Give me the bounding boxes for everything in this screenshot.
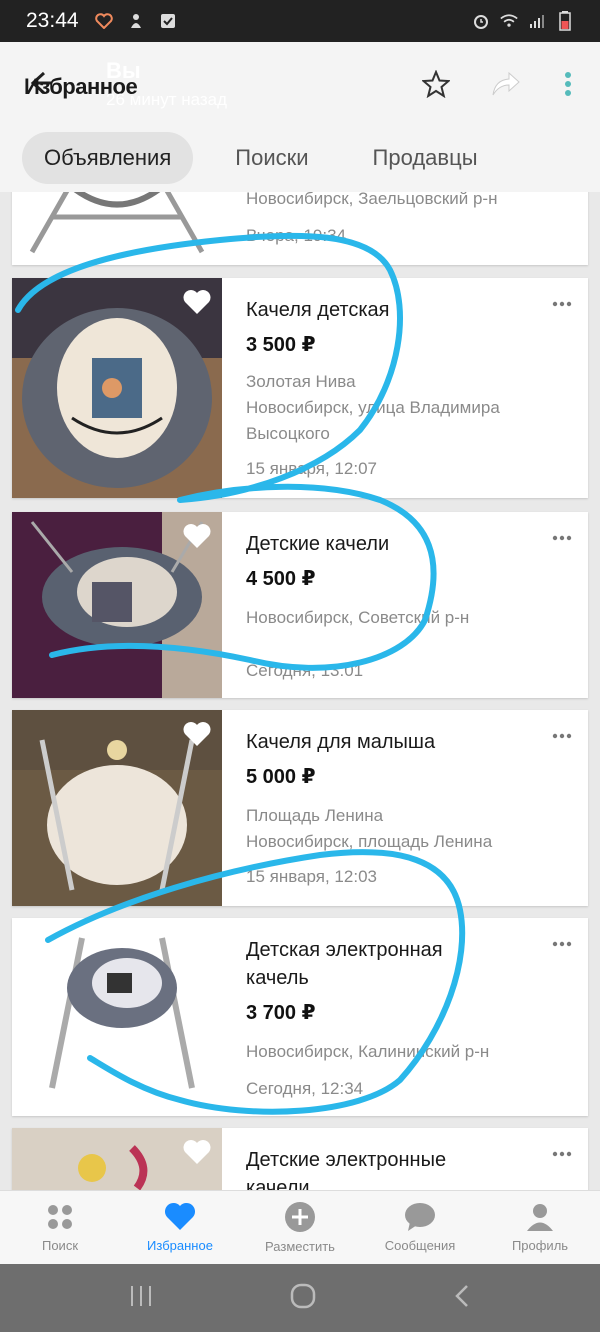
listing-title[interactable]: Детские качели: [246, 530, 588, 558]
listing-card[interactable]: Качеля детская 3 500 ₽ Золотая Нива Ново…: [12, 278, 588, 498]
recent-apps-icon[interactable]: [128, 1284, 154, 1313]
tab-searches[interactable]: Поиски: [213, 132, 330, 184]
tab-listings[interactable]: Объявления: [22, 132, 194, 184]
favorite-heart-icon[interactable]: [182, 1138, 212, 1166]
listing-price: 3 700 ₽: [246, 1002, 316, 1024]
listing-price: 5 000 ₽: [246, 766, 316, 788]
listing-photo[interactable]: [12, 710, 222, 906]
favorite-heart-icon[interactable]: [182, 720, 212, 748]
nav-messages-label: Сообщения: [384, 1238, 456, 1253]
nav-search-label: Поиск: [41, 1238, 79, 1253]
listing-card[interactable]: Детские электронные качели: [12, 1128, 588, 1190]
share-icon[interactable]: [490, 68, 522, 100]
favorite-heart-icon[interactable]: [182, 522, 212, 550]
status-bar: 23:44: [0, 0, 600, 42]
more-dots-icon[interactable]: [552, 726, 572, 739]
listing-photo[interactable]: [12, 278, 222, 498]
bottom-navigation: Поиск Избранное Разместить Сообщения Про…: [0, 1190, 600, 1264]
listing-date: Вчера, 19:34: [246, 226, 346, 245]
listing-card[interactable]: Детские качели 4 500 ₽ Новосибирск, Сове…: [12, 512, 588, 698]
tab-sellers[interactable]: Продавцы: [351, 132, 500, 184]
home-icon[interactable]: [289, 1282, 317, 1315]
chat-overlay-time: 26 минут назад: [106, 90, 228, 109]
checkbox-icon: [159, 12, 177, 30]
nav-favorites[interactable]: Избранное: [120, 1191, 240, 1264]
listing-address: Новосибирск, Советский р-н: [246, 608, 470, 627]
listing-date: 15 января, 12:03: [246, 867, 377, 886]
search-dots-icon: [48, 1205, 72, 1229]
listing-address: Новосибирск, Калининский р-н: [246, 1042, 490, 1061]
listing-title[interactable]: Детская электронная качель: [246, 936, 476, 992]
nav-profile[interactable]: Профиль: [480, 1191, 600, 1264]
listing-address: Новосибирск, Заельцовский р-н: [246, 192, 498, 208]
listing-photo[interactable]: [12, 512, 222, 698]
listing-card[interactable]: Детская электронная качель 3 700 ₽ Новос…: [12, 918, 588, 1116]
listing-photo[interactable]: [12, 1128, 222, 1190]
alarm-icon: [472, 12, 490, 30]
heartrate-icon: [94, 12, 113, 30]
listing-card[interactable]: Качеля для малыша 5 000 ₽ Площадь Ленина…: [12, 710, 588, 906]
listing-date: Сегодня, 12:34: [246, 1079, 364, 1098]
listing-date: Сегодня, 13:01: [246, 661, 364, 680]
system-nav-bar: [0, 1264, 600, 1332]
nav-post-label: Разместить: [265, 1239, 335, 1254]
heart-icon: [164, 1202, 196, 1230]
more-vertical-icon[interactable]: [552, 68, 584, 100]
profile-icon: [527, 1204, 553, 1231]
more-dots-icon[interactable]: [552, 528, 572, 541]
listing-title[interactable]: Качеля для малыша: [246, 728, 588, 756]
tab-bar: Объявления Поиски Продавцы: [0, 124, 600, 192]
listing-photo[interactable]: [12, 918, 222, 1116]
plus-circle-icon: [285, 1202, 315, 1232]
status-time: 23:44: [26, 9, 79, 32]
listing-title[interactable]: Детские электронные качели: [246, 1146, 486, 1190]
favorites-list[interactable]: Новосибирск, Заельцовский р-н Вчера, 19:…: [0, 192, 600, 1190]
battery-icon: [556, 11, 574, 31]
notification-icon: [127, 12, 145, 30]
listing-card[interactable]: Новосибирск, Заельцовский р-н Вчера, 19:…: [12, 192, 588, 265]
listing-price: 4 500 ₽: [246, 568, 316, 590]
listing-date: 15 января, 12:07: [246, 459, 377, 478]
listing-address: Площадь Ленина: [246, 806, 384, 825]
star-icon[interactable]: [420, 68, 452, 100]
more-dots-icon[interactable]: [552, 294, 572, 307]
nav-favorites-label: Избранное: [147, 1238, 213, 1253]
app-header: Избранное Вы 26 минут назад: [0, 42, 600, 124]
wifi-icon: [500, 12, 518, 30]
listing-price: 3 500 ₽: [246, 334, 316, 356]
listing-photo[interactable]: [12, 192, 222, 265]
chat-bubble-icon: [405, 1203, 435, 1231]
more-dots-icon[interactable]: [552, 1144, 572, 1157]
more-dots-icon[interactable]: [552, 934, 572, 947]
listing-address: Золотая Нива: [246, 372, 356, 391]
listing-title[interactable]: Качеля детская: [246, 296, 588, 324]
nav-profile-label: Профиль: [511, 1238, 569, 1253]
listing-address-line2: Новосибирск, площадь Ленина: [246, 832, 493, 851]
signal-icon: [528, 12, 546, 30]
favorite-heart-icon[interactable]: [182, 288, 212, 316]
back-nav-icon[interactable]: [452, 1283, 472, 1314]
nav-post[interactable]: Разместить: [240, 1191, 360, 1264]
chat-overlay-name: Вы: [106, 58, 141, 83]
nav-messages[interactable]: Сообщения: [360, 1191, 480, 1264]
listing-address-line2: Новосибирск, улица Владимира Высоцкого: [246, 398, 500, 443]
nav-search[interactable]: Поиск: [0, 1191, 120, 1264]
